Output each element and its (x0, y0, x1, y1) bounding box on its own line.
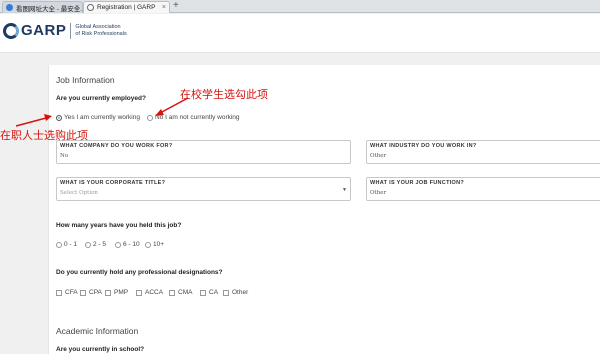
designation-label: CA (209, 289, 219, 296)
corporate-title-placeholder: Select Option (60, 190, 98, 196)
browser-tab-2[interactable]: Registration | GARP × (83, 1, 170, 13)
logo-text: GARP (21, 22, 67, 39)
logo-subtitle-line1: Global Association (75, 24, 121, 30)
years-option-label: 10+ (153, 241, 165, 248)
radio-unchecked-icon (145, 241, 151, 248)
designation-checkbox-acca[interactable]: ACCA (136, 289, 163, 296)
designation-label: Other (232, 289, 249, 296)
employed-arrow (15, 117, 47, 127)
designation-checkbox-other[interactable]: Other (223, 289, 248, 296)
industry-field[interactable]: WHAT INDUSTRY DO YOU WORK IN? Other (366, 140, 600, 164)
browser-tab-bar: 看图网址大全 - 最安全... × Registration | GARP × … (0, 0, 600, 13)
chevron-down-icon: ▼ (342, 187, 347, 193)
registration-form: Job Information Are you currently employ… (48, 65, 600, 354)
designation-label: CMA (178, 289, 193, 296)
employed-question: Are you currently employed? (56, 95, 146, 102)
browser-tab-1[interactable]: 看图网址大全 - 最安全... × (2, 1, 83, 13)
corporate-title-select[interactable]: WHAT IS YOUR CORPORATE TITLE? Select Opt… (56, 177, 351, 201)
checkbox-icon (136, 289, 142, 296)
employed-no-label: No I am not currently working (155, 114, 240, 121)
radio-unchecked-icon (56, 241, 62, 248)
checkbox-icon (80, 289, 86, 296)
school-question: Are you currently in school? (56, 346, 145, 353)
employed-yes-radio[interactable]: Yes I am currently working (56, 114, 140, 121)
designations-question: Do you currently hold any professional d… (56, 269, 223, 276)
designation-checkbox-cfa[interactable]: CFA (56, 289, 78, 296)
corporate-title-label: WHAT IS YOUR CORPORATE TITLE? (60, 180, 166, 186)
checkbox-icon (223, 289, 229, 296)
industry-value: Other (370, 153, 387, 159)
checkbox-icon (56, 289, 62, 296)
company-field[interactable]: WHAT COMPANY DO YOU WORK FOR? No (56, 140, 351, 164)
years-question: How many years have you held this job? (56, 222, 182, 229)
company-label: WHAT COMPANY DO YOU WORK FOR? (60, 143, 173, 149)
job-function-label: WHAT IS YOUR JOB FUNCTION? (370, 180, 465, 186)
industry-label: WHAT INDUSTRY DO YOU WORK IN? (370, 143, 477, 149)
designation-checkbox-ca[interactable]: CA (200, 289, 218, 296)
student-annotation: 在校学生选勾此项 (180, 89, 268, 101)
employed-yes-label: Yes I am currently working (64, 114, 140, 121)
job-section-title: Job Information (56, 75, 115, 85)
radio-unchecked-icon (115, 241, 121, 248)
years-radio-0-1[interactable]: 0 - 1 (56, 241, 77, 248)
close-icon[interactable]: × (75, 4, 79, 11)
employed-no-radio[interactable]: No I am not currently working (147, 114, 240, 121)
browser-tab-2-label: Registration | GARP (97, 4, 156, 11)
checkbox-icon (200, 289, 206, 296)
designation-label: CPA (89, 289, 102, 296)
designation-label: PMP (114, 289, 129, 296)
company-value: No (60, 153, 69, 159)
close-icon[interactable]: × (162, 4, 166, 11)
designation-label: ACCA (145, 289, 164, 296)
designation-label: CFA (65, 289, 78, 296)
site-header: GARP Global Association of Risk Professi… (0, 14, 600, 53)
years-radio-6-10[interactable]: 6 - 10 (115, 241, 140, 248)
logo-divider (70, 22, 72, 39)
academic-section-title: Academic Information (56, 326, 139, 336)
garp-logo[interactable]: GARP Global Association of Risk Professi… (3, 22, 135, 39)
designation-checkbox-pmp[interactable]: PMP (105, 289, 128, 296)
job-function-field[interactable]: WHAT IS YOUR JOB FUNCTION? Other (366, 177, 600, 201)
designation-checkbox-cma[interactable]: CMA (169, 289, 192, 296)
checkbox-icon (169, 289, 175, 296)
employed-annotation: 在职人士选购此项 (0, 130, 88, 142)
new-tab-button[interactable]: + (173, 0, 179, 11)
logo-subtitle: Global Association of Risk Professionals (75, 24, 135, 37)
checkbox-icon (105, 289, 111, 296)
radio-unchecked-icon (85, 241, 91, 248)
garp-logo-icon (3, 22, 19, 39)
globe-icon (6, 4, 13, 11)
page-icon (87, 4, 94, 11)
designation-checkbox-cpa[interactable]: CPA (80, 289, 102, 296)
years-radio-2-5[interactable]: 2 - 5 (85, 241, 106, 248)
years-option-label: 6 - 10 (123, 241, 140, 248)
years-radio-10-plus[interactable]: 10+ (145, 241, 164, 248)
logo-subtitle-line2: of Risk Professionals (75, 30, 127, 37)
radio-unchecked-icon (147, 114, 153, 121)
radio-checked-icon (56, 114, 62, 121)
years-option-label: 2 - 5 (93, 241, 107, 248)
browser-tab-1-label: 看图网址大全 - 最安全... (16, 5, 83, 13)
years-option-label: 0 - 1 (64, 241, 78, 248)
job-function-value: Other (370, 190, 387, 196)
